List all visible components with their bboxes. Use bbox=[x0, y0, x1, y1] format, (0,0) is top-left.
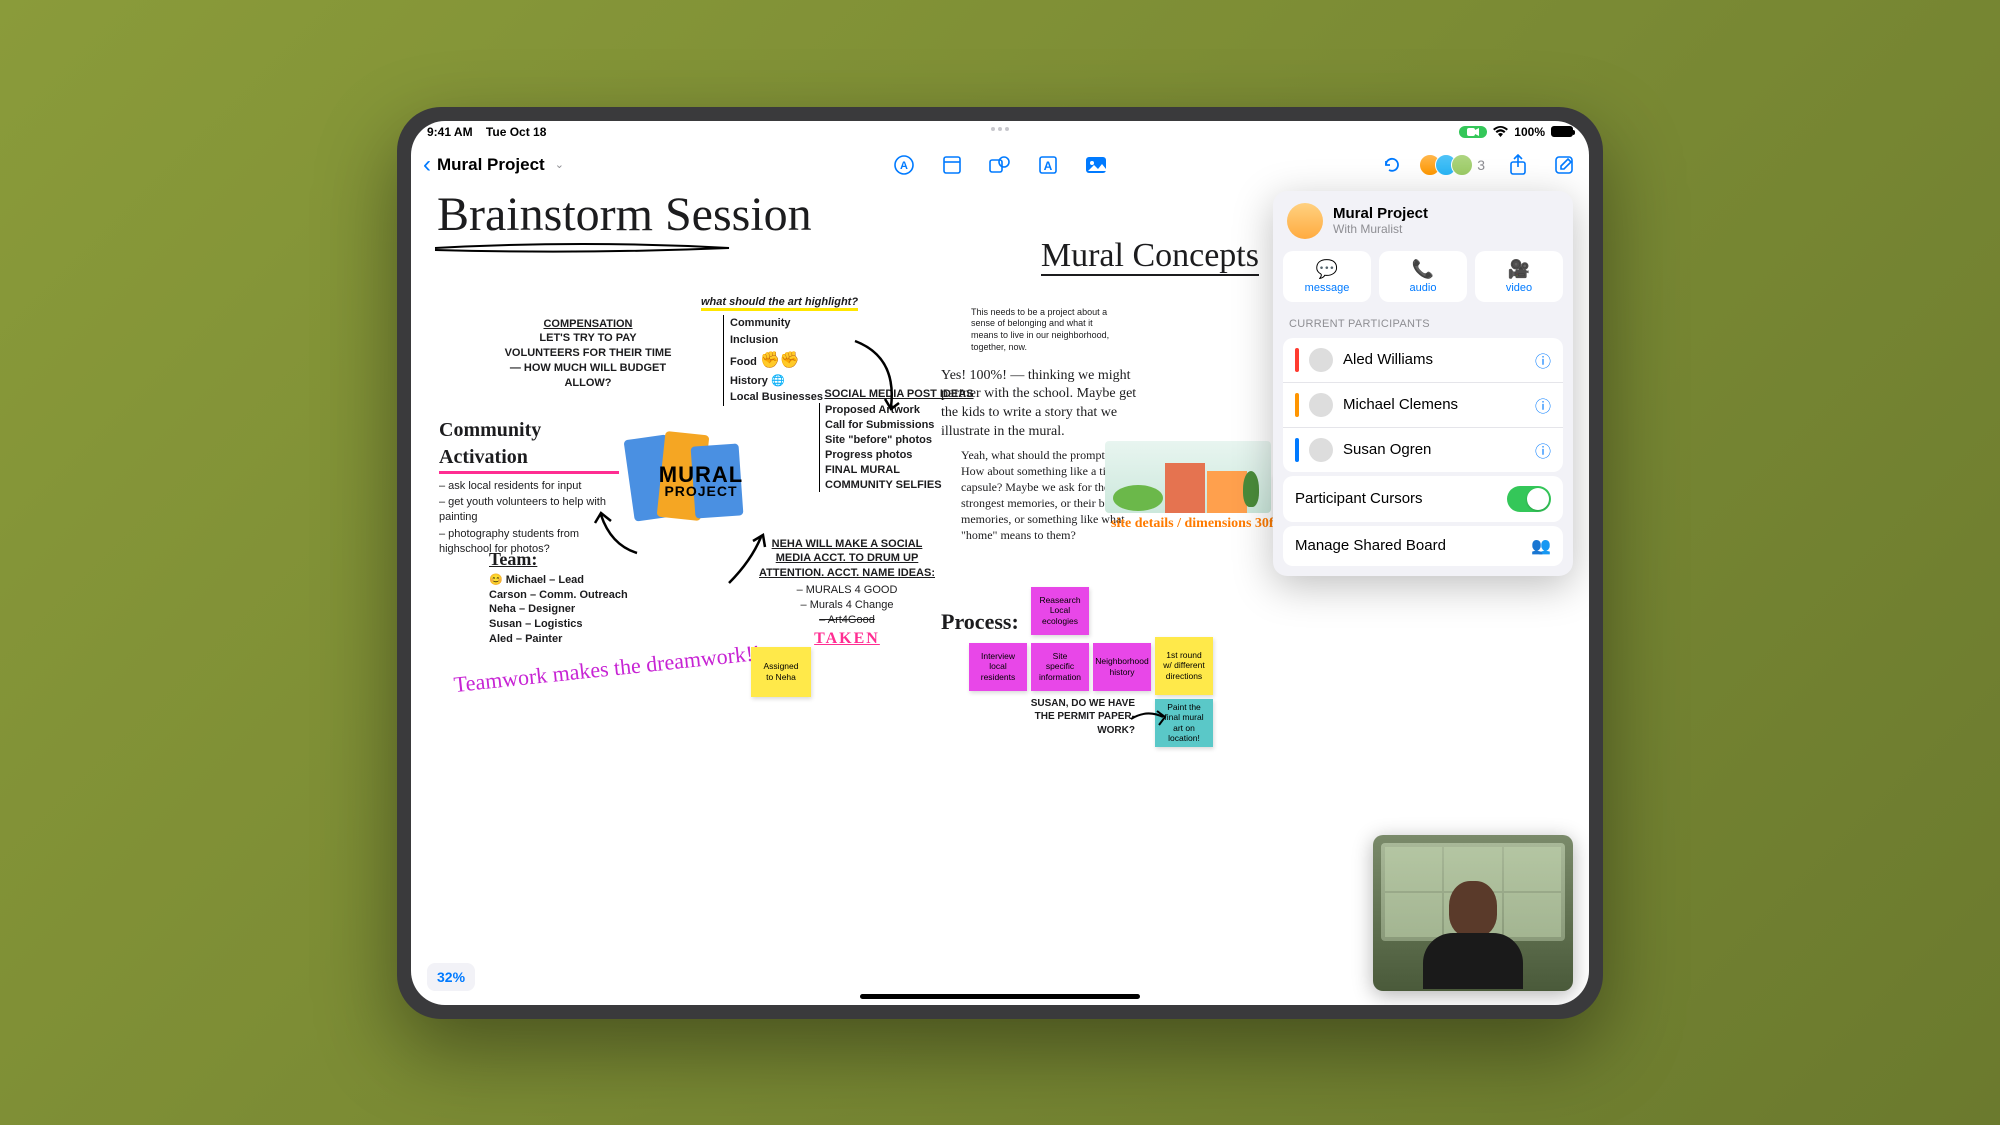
arrow-icon bbox=[1127, 703, 1167, 733]
info-icon[interactable]: ⓘ bbox=[1535, 438, 1551, 462]
battery-icon bbox=[1551, 126, 1573, 137]
site-sketch-image bbox=[1105, 441, 1271, 513]
multitask-indicator[interactable] bbox=[991, 127, 1009, 131]
sticky-assigned[interactable]: Assigned to Neha bbox=[751, 647, 811, 697]
message-button[interactable]: 💬message bbox=[1283, 251, 1371, 302]
text-tool-icon[interactable]: A bbox=[1035, 152, 1061, 178]
avatar-icon bbox=[1309, 348, 1333, 372]
color-indicator bbox=[1295, 348, 1299, 372]
cursors-toggle-row: Participant Cursors bbox=[1283, 476, 1563, 522]
participants-label: CURRENT PARTICIPANTS bbox=[1273, 314, 1573, 334]
process-label: Process: bbox=[941, 607, 1019, 637]
collaborators-button[interactable]: 3 bbox=[1425, 154, 1485, 176]
participant-cursors-row[interactable]: Participant Cursors bbox=[1283, 476, 1563, 522]
info-icon[interactable]: ⓘ bbox=[1535, 348, 1551, 372]
ipad-frame: 9:41 AM Tue Oct 18 100% ‹ Mural Project … bbox=[397, 107, 1603, 1019]
phone-icon: 📞 bbox=[1383, 259, 1463, 280]
status-right: 100% bbox=[1459, 125, 1573, 139]
yes-note: Yes! 100%! — thinking we might partner w… bbox=[941, 367, 1141, 443]
participants-list: Aled Williams ⓘ Michael Clemens ⓘ Susan … bbox=[1283, 338, 1563, 472]
svg-text:A: A bbox=[1044, 159, 1053, 173]
team-note: Team: 😊 Michael – Lead Carson – Comm. Ou… bbox=[489, 547, 679, 648]
pip-person bbox=[1418, 881, 1528, 991]
participant-row[interactable]: Michael Clemens ⓘ bbox=[1283, 383, 1563, 428]
compose-icon[interactable] bbox=[1551, 152, 1577, 178]
group-avatar-icon bbox=[1287, 203, 1323, 239]
canvas-title: Brainstorm Session bbox=[437, 187, 812, 242]
undo-icon[interactable] bbox=[1379, 152, 1405, 178]
manage-row-container: Manage Shared Board 👥 bbox=[1283, 526, 1563, 566]
sticky-research[interactable]: Reasearch Local ecologies bbox=[1031, 587, 1089, 635]
avatar-icon bbox=[1451, 154, 1473, 176]
sticky-interview[interactable]: Interview local residents bbox=[969, 643, 1027, 691]
status-time: 9:41 AM bbox=[427, 125, 473, 139]
color-indicator bbox=[1295, 393, 1299, 417]
arrow-icon bbox=[847, 337, 907, 417]
popover-actions: 💬message 📞audio 🎥video bbox=[1273, 251, 1573, 314]
screen: 9:41 AM Tue Oct 18 100% ‹ Mural Project … bbox=[411, 121, 1589, 1005]
status-left: 9:41 AM Tue Oct 18 bbox=[427, 125, 1459, 139]
popover-header: Mural Project With Muralist bbox=[1273, 191, 1573, 251]
shape-tool-icon[interactable] bbox=[987, 152, 1013, 178]
sticky-neighborhood[interactable]: Neighborhood history bbox=[1093, 643, 1151, 691]
video-icon: 🎥 bbox=[1479, 259, 1559, 280]
arrow-icon bbox=[721, 531, 771, 591]
participant-row[interactable]: Susan Ogren ⓘ bbox=[1283, 428, 1563, 472]
share-popover: Mural Project With Muralist 💬message 📞au… bbox=[1273, 191, 1573, 576]
toolbar-tools: A A bbox=[891, 152, 1109, 178]
share-icon[interactable] bbox=[1505, 152, 1531, 178]
back-button[interactable]: ‹ bbox=[423, 151, 431, 179]
sticky-tool-icon[interactable] bbox=[939, 152, 965, 178]
pen-tool-icon[interactable]: A bbox=[891, 152, 917, 178]
zoom-indicator[interactable]: 32% bbox=[427, 963, 475, 991]
arrow-icon bbox=[591, 507, 647, 563]
toolbar-left: ‹ Mural Project ⌄ bbox=[423, 151, 564, 179]
svg-text:A: A bbox=[900, 160, 908, 172]
avatar-icon bbox=[1309, 393, 1333, 417]
status-date: Tue Oct 18 bbox=[486, 125, 546, 139]
popover-subtitle: With Muralist bbox=[1333, 222, 1428, 236]
avatar-icon bbox=[1309, 438, 1333, 462]
audio-button[interactable]: 📞audio bbox=[1379, 251, 1467, 302]
cursors-toggle[interactable] bbox=[1507, 486, 1551, 512]
toolbar-right: 3 bbox=[1379, 152, 1577, 178]
color-indicator bbox=[1295, 438, 1299, 462]
popover-title: Mural Project bbox=[1333, 205, 1428, 222]
collaborate-icon: 👥 bbox=[1531, 536, 1551, 556]
message-icon: 💬 bbox=[1287, 259, 1367, 280]
concepts-title: Mural Concepts bbox=[1041, 237, 1259, 275]
neha-note: NEHA WILL MAKE A SOCIAL MEDIA ACCT. TO D… bbox=[757, 537, 937, 650]
status-bar: 9:41 AM Tue Oct 18 100% bbox=[411, 121, 1589, 143]
typed-note: This needs to be a project about a sense… bbox=[971, 307, 1121, 354]
facetime-pip[interactable] bbox=[1373, 835, 1573, 991]
avatar-count: 3 bbox=[1477, 157, 1485, 173]
sticky-sitespecific[interactable]: Site specific information bbox=[1031, 643, 1089, 691]
participant-row[interactable]: Aled Williams ⓘ bbox=[1283, 338, 1563, 383]
media-tool-icon[interactable] bbox=[1083, 152, 1109, 178]
video-button[interactable]: 🎥video bbox=[1475, 251, 1563, 302]
facetime-pill[interactable] bbox=[1459, 126, 1487, 138]
teamwork-scribble: Teamwork makes the dreamwork!! bbox=[453, 640, 762, 696]
sticky-round1[interactable]: 1st round w/ different directions bbox=[1155, 637, 1213, 695]
compensation-note: COMPENSATION LET'S TRY TO PAY VOLUNTEERS… bbox=[501, 317, 675, 391]
susan-note: SUSAN, DO WE HAVE THE PERMIT PAPER-WORK? bbox=[1025, 697, 1135, 738]
battery-pct: 100% bbox=[1514, 125, 1545, 139]
wifi-icon bbox=[1493, 126, 1508, 137]
info-icon[interactable]: ⓘ bbox=[1535, 393, 1551, 417]
toolbar: ‹ Mural Project ⌄ A A 3 bbox=[411, 143, 1589, 187]
home-indicator[interactable] bbox=[860, 994, 1140, 999]
board-title[interactable]: Mural Project bbox=[437, 155, 545, 175]
manage-shared-board[interactable]: Manage Shared Board 👥 bbox=[1283, 526, 1563, 566]
title-chevron-icon[interactable]: ⌄ bbox=[555, 158, 564, 171]
